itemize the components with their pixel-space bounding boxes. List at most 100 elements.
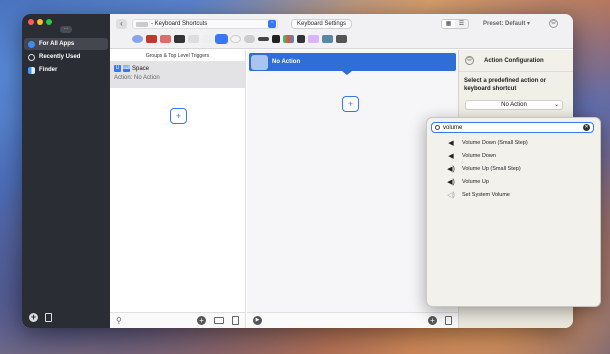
keyboard-icon bbox=[136, 21, 148, 27]
sidebar-list: For All Apps Recently Used Finder bbox=[24, 38, 108, 77]
groups-header: Groups & Top Level Triggers bbox=[110, 50, 245, 62]
action-select[interactable]: No Action ⌄ bbox=[465, 100, 563, 110]
zoom-window-button[interactable] bbox=[46, 19, 52, 25]
search-results: ◀ Volume Down (Small Step) ◀ Volume Down… bbox=[447, 137, 528, 201]
clear-search-button[interactable]: ✕ bbox=[583, 124, 590, 131]
sidebar-item-label: For All Apps bbox=[39, 41, 75, 47]
toolbar: ‹ - Keyboard Shortcuts ⌃ Keyboard Settin… bbox=[110, 14, 573, 49]
speaker-outline-icon: ◁) bbox=[447, 191, 455, 199]
magic-mouse-icon[interactable] bbox=[244, 35, 255, 43]
result-label: Volume Down bbox=[462, 153, 496, 160]
settings-gear-icon[interactable] bbox=[322, 35, 333, 43]
sidebar-item-label: Finder bbox=[39, 67, 58, 73]
groups-column: Groups & Top Level Triggers U ⌨ Space Ac… bbox=[110, 50, 246, 328]
action-search-popover: volume ✕ ◀ Volume Down (Small Step) ◀ Vo… bbox=[426, 117, 601, 307]
selection-pointer bbox=[342, 71, 352, 75]
back-button[interactable]: ‹ bbox=[116, 19, 127, 29]
action-row-selected[interactable]: No Action bbox=[249, 53, 456, 71]
add-button[interactable]: + bbox=[197, 316, 206, 325]
sidebar: ... For All Apps Recently Used Finder + bbox=[22, 14, 110, 328]
sidebar-more-button[interactable]: ... bbox=[60, 25, 72, 33]
keyboard-settings-button[interactable]: Keyboard Settings bbox=[291, 19, 353, 29]
result-label: Volume Up bbox=[462, 178, 489, 185]
result-label: Set System Volume bbox=[462, 191, 510, 198]
device-selector bbox=[132, 34, 347, 44]
keyboard-black-icon[interactable] bbox=[174, 35, 185, 43]
search-icon bbox=[435, 125, 440, 130]
search-input-value: volume bbox=[443, 124, 463, 131]
mouse-icon[interactable] bbox=[230, 35, 241, 43]
preset-label: Preset: Default bbox=[483, 21, 526, 27]
trackpad-icon[interactable] bbox=[188, 35, 199, 43]
collapse-button[interactable]: ⊖ bbox=[549, 19, 558, 28]
enabled-checkbox[interactable]: U bbox=[114, 65, 121, 72]
action-select-value: No Action bbox=[501, 102, 527, 108]
play-icon[interactable]: ▶ bbox=[253, 316, 262, 325]
chevron-down-icon: ▾ bbox=[527, 21, 531, 27]
close-window-button[interactable] bbox=[28, 19, 34, 25]
chevron-up-down-icon: ⌃ bbox=[268, 20, 276, 28]
trigger-row-space[interactable]: U ⌨ Space Action: No Action bbox=[110, 62, 245, 88]
add-button[interactable]: + bbox=[428, 316, 437, 325]
trash-icon[interactable] bbox=[45, 313, 52, 322]
result-label: Volume Down (Small Step) bbox=[462, 140, 528, 147]
preset-selector[interactable]: Preset: Default ▾ bbox=[483, 20, 530, 27]
view-mode-toggle[interactable]: ▦ ☰ bbox=[441, 19, 469, 29]
midi-icon[interactable] bbox=[297, 35, 305, 43]
device-generic-icon[interactable] bbox=[132, 35, 143, 43]
touchbar-alt-icon[interactable] bbox=[160, 35, 171, 43]
keyboard-tag-icon: ⌨ bbox=[123, 65, 131, 72]
clock-icon bbox=[28, 53, 35, 61]
finder-icon bbox=[28, 66, 35, 74]
add-trigger-button[interactable]: + bbox=[170, 108, 187, 124]
stylus-icon[interactable] bbox=[258, 37, 269, 41]
result-volume-up-small[interactable]: ◀) Volume Up (Small Step) bbox=[447, 163, 528, 176]
magic-trackpad-icon[interactable] bbox=[202, 35, 213, 43]
add-action-button[interactable]: + bbox=[342, 96, 359, 112]
speaker-high-icon: ◀) bbox=[447, 165, 455, 173]
result-label: Volume Up (Small Step) bbox=[462, 165, 521, 172]
sidebar-item-finder[interactable]: Finder bbox=[24, 64, 108, 76]
result-set-system-volume[interactable]: ◁) Set System Volume bbox=[447, 188, 528, 201]
search-icon[interactable]: ⚲ bbox=[116, 316, 122, 325]
trash-icon[interactable] bbox=[445, 316, 452, 325]
result-volume-down-small[interactable]: ◀ Volume Down (Small Step) bbox=[447, 137, 528, 150]
other-trigger-icon[interactable] bbox=[336, 35, 347, 43]
config-title: Action Configuration bbox=[484, 57, 544, 64]
window-controls bbox=[28, 19, 52, 25]
speaker-low-icon: ◀ bbox=[448, 140, 454, 148]
result-volume-down[interactable]: ◀ Volume Down bbox=[447, 150, 528, 163]
sidebar-item-recently-used[interactable]: Recently Used bbox=[24, 51, 108, 63]
action-label: No Action bbox=[272, 59, 301, 65]
sidebar-footer: + bbox=[29, 313, 52, 322]
grid-view-icon[interactable]: ▦ bbox=[442, 20, 455, 28]
sidebar-item-label: Recently Used bbox=[39, 54, 81, 60]
list-view-icon[interactable]: ☰ bbox=[455, 20, 468, 28]
groups-footer: ⚲ + bbox=[110, 312, 245, 328]
drawing-icon[interactable] bbox=[308, 35, 319, 43]
trigger-title: Space bbox=[132, 65, 150, 72]
config-prompt: Select a predefined action or keyboard s… bbox=[464, 78, 547, 92]
action-thumbnail bbox=[251, 54, 268, 70]
actions-footer: ▶ + bbox=[247, 312, 458, 328]
touchbar-icon[interactable] bbox=[146, 35, 157, 43]
chevron-down-icon: ⌄ bbox=[553, 102, 559, 108]
add-app-button[interactable]: + bbox=[29, 313, 38, 322]
trigger-type-selector[interactable]: - Keyboard Shortcuts ⌃ bbox=[132, 19, 278, 29]
minimize-window-button[interactable] bbox=[37, 19, 43, 25]
minus-circle-icon[interactable]: ⊖ bbox=[465, 56, 474, 65]
keyboard-selected-icon[interactable] bbox=[215, 34, 228, 44]
sidebar-item-for-all-apps[interactable]: For All Apps bbox=[24, 38, 108, 50]
speaker-low-icon: ◀ bbox=[448, 153, 454, 161]
streamdeck-icon[interactable] bbox=[283, 35, 294, 43]
trigger-subtitle: Action: No Action bbox=[114, 75, 160, 81]
folder-icon[interactable] bbox=[214, 317, 224, 324]
remote-icon[interactable] bbox=[272, 35, 280, 43]
trash-icon[interactable] bbox=[232, 316, 239, 325]
search-input[interactable]: volume ✕ bbox=[431, 122, 594, 133]
speaker-high-icon: ◀) bbox=[447, 178, 455, 186]
config-header: ⊖ Action Configuration bbox=[459, 50, 573, 72]
result-volume-up[interactable]: ◀) Volume Up bbox=[447, 175, 528, 188]
globe-icon bbox=[28, 40, 35, 48]
trigger-type-label: - Keyboard Shortcuts bbox=[151, 21, 208, 27]
